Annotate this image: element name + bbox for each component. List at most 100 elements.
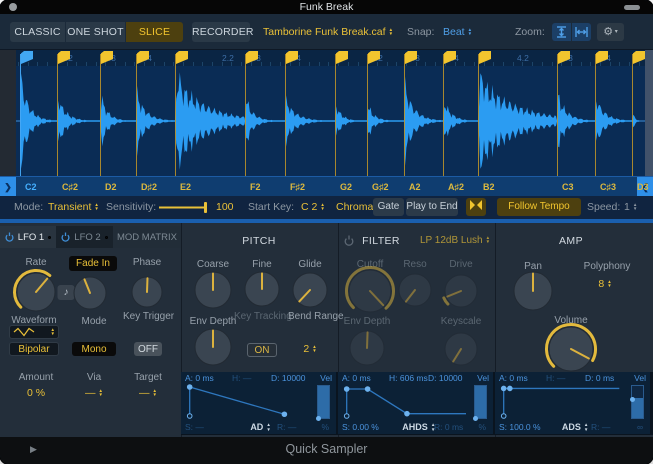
- key-label[interactable]: E2: [180, 182, 191, 192]
- slice-marker-line[interactable]: [443, 54, 444, 176]
- bend-range-selector[interactable]: 2▲▼: [303, 343, 316, 355]
- vel-handle[interactable]: [316, 416, 321, 421]
- mode-selector[interactable]: Transient▲▼: [48, 199, 99, 216]
- filter-drive-knob[interactable]: [440, 270, 482, 312]
- filter-power-icon[interactable]: [344, 235, 354, 246]
- envelope-time-label: H: —: [232, 373, 251, 383]
- follow-tempo-button[interactable]: Follow Tempo: [497, 198, 581, 216]
- key-label[interactable]: C2: [25, 182, 37, 192]
- waveform-display[interactable]: [0, 66, 653, 176]
- pitch-vel-slider[interactable]: [317, 385, 330, 419]
- tab-one-shot[interactable]: ONE SHOT: [66, 22, 125, 42]
- start-key-selector[interactable]: C 2▲▼: [301, 199, 325, 216]
- slice-marker-line[interactable]: [478, 54, 479, 176]
- tab-lfo2[interactable]: LFO 2: [57, 226, 112, 248]
- slice-marker-line[interactable]: [100, 54, 101, 176]
- title-bar-pill[interactable]: [624, 5, 640, 10]
- tab-mod-matrix[interactable]: MOD MATRIX: [113, 226, 181, 248]
- pitch-env-depth-knob[interactable]: [190, 324, 236, 370]
- horizontal-zoom-button[interactable]: [572, 23, 591, 41]
- sensitivity-slider[interactable]: [158, 201, 212, 214]
- key-label[interactable]: G♯2: [372, 182, 389, 192]
- filter-keyscale-knob[interactable]: [440, 328, 482, 370]
- filter-envelope-graph[interactable]: [341, 384, 468, 420]
- pitch-fine-knob[interactable]: [240, 267, 284, 311]
- pitch-coarse-knob[interactable]: [190, 267, 236, 313]
- key-trigger-toggle[interactable]: OFF: [134, 342, 162, 356]
- envelope-type-selector[interactable]: AD▲▼: [250, 422, 270, 432]
- flex-button[interactable]: [466, 198, 486, 216]
- tab-classic[interactable]: CLASSIC: [10, 22, 65, 42]
- slice-marker-line[interactable]: [335, 54, 336, 176]
- amount-value[interactable]: 0 %: [27, 387, 45, 399]
- key-tracking-toggle[interactable]: ON: [247, 343, 277, 357]
- sample-file-selector[interactable]: Tamborine Funk Break.caf▲▼: [263, 22, 393, 42]
- lfo-rate-knob[interactable]: [12, 268, 60, 316]
- amp-vel-slider[interactable]: [631, 385, 644, 419]
- key-scroll-left-button[interactable]: ❯: [0, 177, 16, 197]
- slice-marker-line[interactable]: [404, 54, 405, 176]
- speed-selector[interactable]: 1▲▼: [624, 199, 637, 216]
- slice-marker-line[interactable]: [367, 54, 368, 176]
- lfo-led: [105, 236, 108, 239]
- via-selector[interactable]: —▲▼: [85, 387, 103, 399]
- filter-type-selector[interactable]: LP 12dB Lush▲▼: [420, 235, 490, 246]
- filter-envelope-panel[interactable]: A: 0 msH: 606 msD: 10000VelS: 0.00 %AHDS…: [338, 372, 493, 434]
- slice-marker-line[interactable]: [632, 54, 633, 176]
- filter-env-depth-knob[interactable]: [345, 326, 389, 370]
- lfo-polarity-selector[interactable]: Bipolar: [9, 342, 59, 356]
- action-menu-button[interactable]: ⚙ ▾: [597, 23, 624, 41]
- target-selector[interactable]: —▲▼: [139, 387, 157, 399]
- vertical-zoom-button[interactable]: [552, 23, 571, 41]
- slice-marker-line[interactable]: [245, 54, 246, 176]
- pitch-glide-knob[interactable]: [288, 268, 332, 312]
- key-label[interactable]: C3: [562, 182, 574, 192]
- envelope-value-label: R: —: [277, 422, 296, 432]
- tab-slice[interactable]: SLICE: [126, 22, 183, 42]
- snap-selector[interactable]: Beat▲▼: [443, 22, 472, 42]
- key-label[interactable]: D♯2: [141, 182, 157, 192]
- filter-cutoff-knob[interactable]: [344, 265, 396, 317]
- lfo-fade-mode-selector[interactable]: Fade In: [69, 256, 117, 271]
- filter-reso-knob[interactable]: [394, 269, 436, 311]
- key-label[interactable]: G2: [340, 182, 352, 192]
- vel-handle[interactable]: [473, 416, 478, 421]
- slice-marker-line[interactable]: [595, 54, 596, 176]
- slice-marker-line[interactable]: [20, 54, 21, 176]
- key-label[interactable]: D3: [637, 182, 649, 192]
- slice-marker-line[interactable]: [175, 54, 176, 176]
- slice-marker-line[interactable]: [57, 54, 58, 176]
- envelope-type-selector[interactable]: ADS▲▼: [562, 422, 588, 432]
- gate-button[interactable]: Gate: [373, 198, 404, 216]
- pitch-envelope-graph[interactable]: [184, 384, 311, 420]
- key-label[interactable]: B2: [483, 182, 495, 192]
- key-label[interactable]: F♯2: [290, 182, 305, 192]
- key-label[interactable]: A2: [409, 182, 421, 192]
- play-to-end-button[interactable]: Play to End: [406, 198, 458, 216]
- lfo-fade-knob[interactable]: [69, 272, 111, 314]
- key-label[interactable]: C♯2: [62, 182, 78, 192]
- recorder-button[interactable]: RECORDER: [192, 22, 250, 42]
- slice-marker-line[interactable]: [557, 54, 558, 176]
- lfo-mode-selector[interactable]: Mono: [72, 342, 116, 356]
- key-label[interactable]: F2: [250, 182, 261, 192]
- amp-pan-knob[interactable]: [509, 267, 557, 315]
- filter-vel-slider[interactable]: [474, 385, 487, 419]
- vel-handle[interactable]: [630, 397, 635, 402]
- slice-marker-line[interactable]: [136, 54, 137, 176]
- sensitivity-value[interactable]: 100: [216, 199, 234, 216]
- amp-envelope-graph[interactable]: [498, 384, 625, 420]
- pitch-envelope-panel[interactable]: A: 0 msH: —D: 10000VelS: —AD▲▼R: —%: [181, 372, 336, 434]
- lfo-waveform-selector[interactable]: ▲▼: [9, 325, 59, 339]
- amp-volume-knob[interactable]: [544, 322, 598, 376]
- waveform-svg: [0, 66, 653, 176]
- key-label[interactable]: D2: [105, 182, 117, 192]
- lfo-phase-knob[interactable]: [127, 272, 167, 312]
- key-label[interactable]: A♯2: [448, 182, 464, 192]
- key-label[interactable]: C♯3: [600, 182, 616, 192]
- polyphony-selector[interactable]: 8▲▼: [598, 278, 611, 290]
- tab-lfo1[interactable]: LFO 1: [0, 226, 56, 248]
- amp-envelope-panel[interactable]: A: 0 msH: —D: 0 msVelS: 100.0 %ADS▲▼R: —…: [495, 372, 650, 434]
- slice-marker-line[interactable]: [285, 54, 286, 176]
- envelope-type-selector[interactable]: AHDS▲▼: [402, 422, 435, 432]
